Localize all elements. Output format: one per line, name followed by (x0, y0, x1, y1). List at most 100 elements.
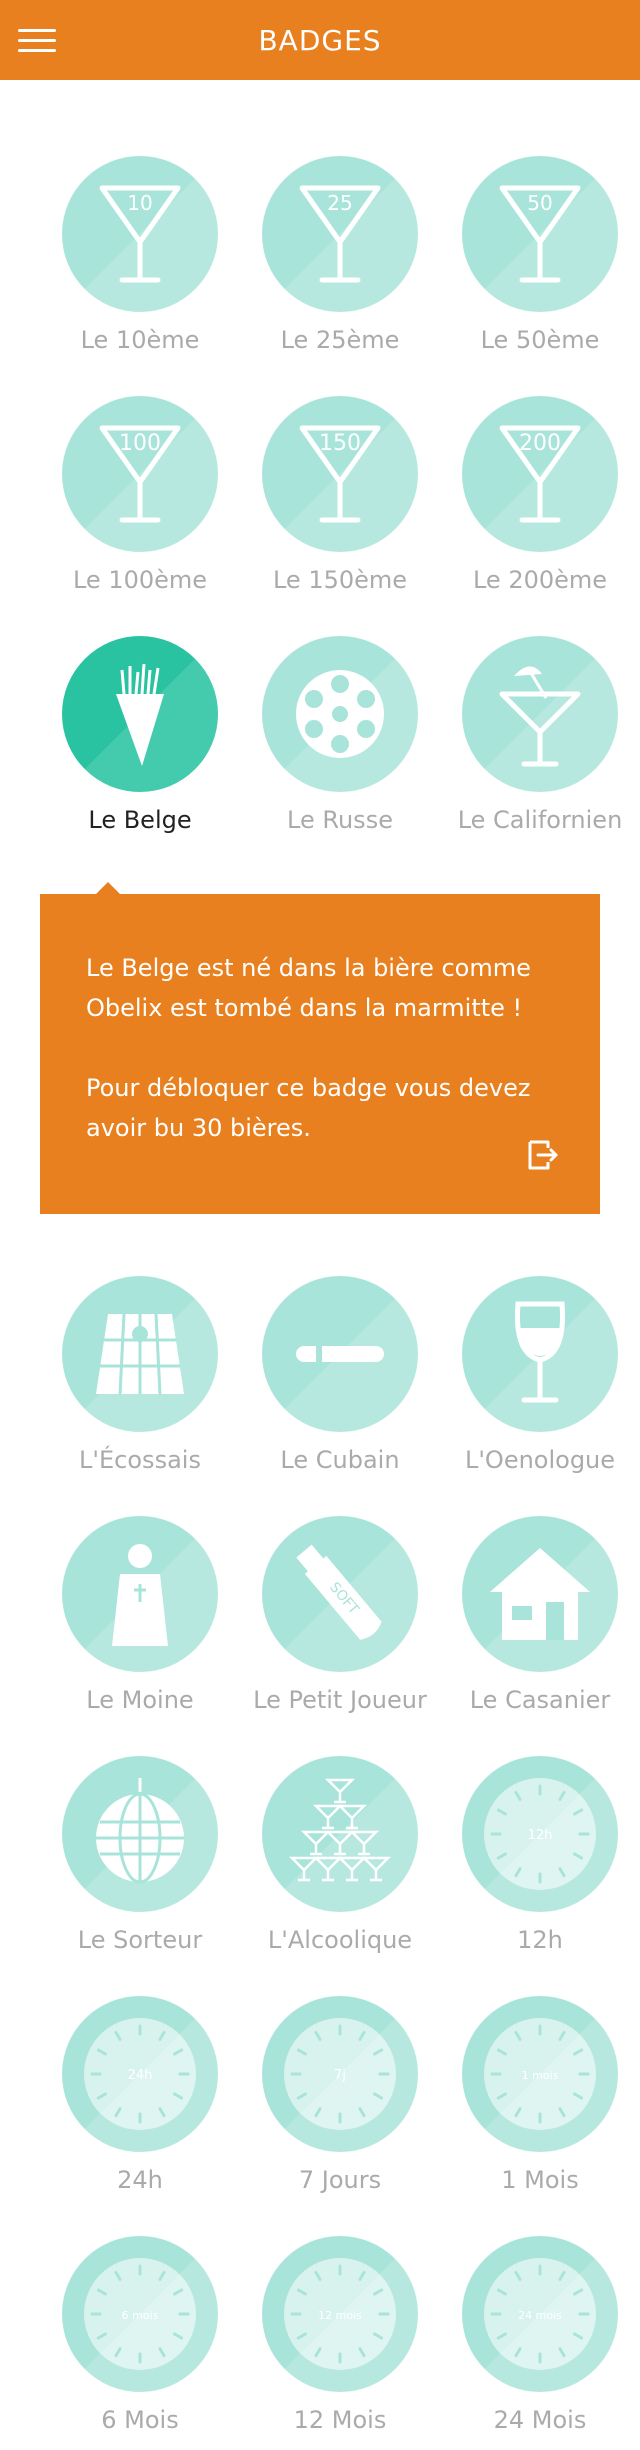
badge-label: L'Alcoolique (267, 1926, 413, 1954)
badge-item[interactable]: 200 Le 200ème (440, 396, 640, 636)
badge-item[interactable]: 24 mois 24 Mois (440, 2236, 640, 2450)
badge-item[interactable]: L'Oenologue (440, 1276, 640, 1516)
badge-label: Le Petit Joueur (253, 1686, 427, 1714)
badge-item[interactable]: Le Sorteur (40, 1756, 240, 1996)
badge-circle: 150 (262, 396, 418, 552)
house-icon (490, 1548, 590, 1640)
badge-label: L'Oenologue (464, 1446, 616, 1474)
badge-circle (62, 1516, 218, 1672)
badge-item[interactable]: 25 Le 25ème (240, 156, 440, 396)
badge-label: Le 25ème (280, 326, 400, 354)
badge-circle: SOFT (262, 1516, 418, 1672)
svg-text:50: 50 (527, 191, 552, 215)
badge-circle (262, 636, 418, 792)
clock-icon: 1 mois (484, 2018, 596, 2130)
clock-icon: 24 mois (484, 2258, 596, 2370)
fries-cone-icon (116, 663, 164, 766)
badge-label: Le 10ème (80, 326, 200, 354)
badge-info-panel: Le Belge est né dans la bière comme Obel… (40, 882, 600, 1214)
badge-label: 24h (117, 2166, 163, 2194)
badge-item[interactable]: 12 mois 12 Mois (240, 2236, 440, 2450)
cigar-icon (296, 1346, 384, 1362)
clock-icon: 12 mois (284, 2258, 396, 2370)
badge-grid-bottom: L'Écossais Le Cubain L'Oenologue Le Moin… (0, 1240, 640, 2450)
badge-label: Le Cubain (280, 1446, 400, 1474)
svg-text:100: 100 (119, 431, 161, 456)
badge-label: Le Californien (457, 806, 623, 834)
badge-item[interactable]: Le Californien (440, 636, 640, 876)
badge-label: Le Russe (287, 806, 393, 834)
cocktail-umbrella-icon (499, 666, 581, 767)
badge-item[interactable]: 10 Le 10ème (40, 156, 240, 396)
clock-icon: 12h (484, 1778, 596, 1890)
svg-text:1 mois: 1 mois (522, 2069, 559, 2082)
badge-label: Le 150ème (272, 566, 408, 594)
badge-item[interactable]: 1 mois 1 Mois (440, 1996, 640, 2236)
badge-circle (462, 1516, 618, 1672)
app-header: BADGES (0, 0, 640, 80)
badge-item[interactable]: 12h 12h (440, 1756, 640, 1996)
badge-item[interactable]: 7j 7 Jours (240, 1996, 440, 2236)
badge-circle: 7j (262, 1996, 418, 2152)
badge-circle: 6 mois (62, 2236, 218, 2392)
badge-label: 6 Mois (101, 2406, 179, 2434)
badge-label: 1 Mois (501, 2166, 579, 2194)
badge-circle: 12h (462, 1756, 618, 1912)
cocktail-glass-icon: 10 (99, 185, 181, 283)
badge-item[interactable]: Le Moine (40, 1516, 240, 1756)
svg-text:12h: 12h (528, 1828, 553, 1843)
badge-item[interactable]: 150 Le 150ème (240, 396, 440, 636)
badge-label: 12 Mois (293, 2406, 387, 2434)
clock-icon: 24h (84, 2018, 196, 2130)
badge-label: Le Sorteur (77, 1926, 203, 1954)
badge-label: Le Casanier (469, 1686, 611, 1714)
badge-description: Le Belge est né dans la bière comme Obel… (86, 954, 531, 1022)
badge-item[interactable]: Le Belge (40, 636, 240, 876)
badge-label: Le 100ème (72, 566, 208, 594)
badge-label: Le 200ème (472, 566, 608, 594)
cocktail-glass-icon: 50 (499, 185, 581, 283)
badge-item[interactable]: L'Écossais (40, 1276, 240, 1516)
badge-label: Le Belge (88, 806, 192, 834)
badge-circle: 10 (62, 156, 218, 312)
monk-icon (112, 1544, 168, 1646)
badge-circle (462, 1276, 618, 1432)
badge-item[interactable]: Le Casanier (440, 1516, 640, 1756)
badge-label: 7 Jours (298, 2166, 382, 2194)
share-icon[interactable] (522, 1136, 560, 1174)
cocktail-glass-icon: 100 (99, 425, 181, 523)
clock-icon: 7j (284, 2018, 396, 2130)
badge-item[interactable]: Le Cubain (240, 1276, 440, 1516)
wine-glass-icon (514, 1301, 566, 1403)
badge-circle (62, 1756, 218, 1912)
revolver-cylinder-icon (296, 670, 384, 758)
svg-text:25: 25 (327, 191, 352, 215)
badge-circle (462, 636, 618, 792)
badge-item[interactable]: Le Russe (240, 636, 440, 876)
clock-icon: 6 mois (84, 2258, 196, 2370)
page-title: BADGES (258, 23, 382, 57)
badge-label: L'Écossais (79, 1446, 201, 1474)
svg-text:12 mois: 12 mois (318, 2309, 362, 2322)
badge-circle: 24 mois (462, 2236, 618, 2392)
badge-circle (262, 1756, 418, 1912)
badge-item[interactable]: SOFT Le Petit Joueur (240, 1516, 440, 1756)
badge-circle: 50 (462, 156, 618, 312)
badge-item[interactable]: 50 Le 50ème (440, 156, 640, 396)
glass-pyramid-icon (288, 1778, 392, 1882)
badge-circle (62, 636, 218, 792)
badge-item[interactable]: 6 mois 6 Mois (40, 2236, 240, 2450)
badge-label: 12h (517, 1926, 563, 1954)
badge-item[interactable]: L'Alcoolique (240, 1756, 440, 1996)
badge-item[interactable]: 100 Le 100ème (40, 396, 240, 636)
badge-circle: 12 mois (262, 2236, 418, 2392)
badge-unlock-condition: Pour débloquer ce badge vous devez avoir… (86, 1074, 531, 1142)
soft-bottle-icon: SOFT (296, 1544, 382, 1640)
badge-circle: 25 (262, 156, 418, 312)
badge-label: 24 Mois (493, 2406, 587, 2434)
svg-text:10: 10 (127, 191, 152, 215)
hamburger-menu-icon[interactable] (18, 20, 56, 60)
badge-item[interactable]: 24h 24h (40, 1996, 240, 2236)
svg-text:24h: 24h (128, 2068, 153, 2083)
badge-circle (262, 1276, 418, 1432)
